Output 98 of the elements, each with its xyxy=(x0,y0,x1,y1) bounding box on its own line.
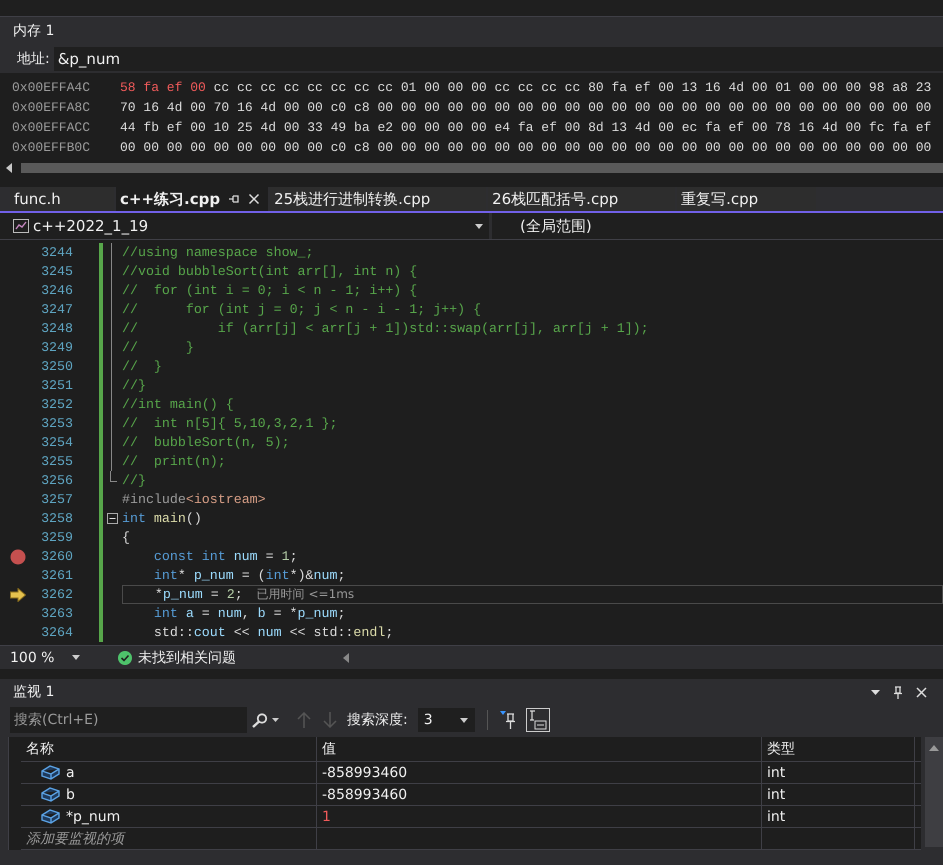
line-number: 3252 xyxy=(40,397,73,412)
code-line: int* p_num = (int*)&num; xyxy=(152,568,346,583)
memory-address: 0x00EFFA8C xyxy=(11,100,92,114)
search-field[interactable]: 搜索(Ctrl+E) xyxy=(10,707,247,733)
memory-bytes: 44 fb ef 00 10 25 4d 00 33 49 ba e2 00 00 00 00 e4 fa ef 00 8d 13 4d 00 ec fa ef 00 78 16 4d 00 fc fa ef xyxy=(120,120,932,134)
line-number: 3264 xyxy=(40,625,73,640)
table-cell: int xyxy=(762,762,915,783)
column-header[interactable]: 类型 xyxy=(762,737,915,761)
project-dropdown[interactable]: c++2022_1_19 xyxy=(0,213,492,239)
text-view-icon[interactable] xyxy=(526,708,550,732)
line-number: 3260 xyxy=(40,549,73,564)
line-number: 3253 xyxy=(40,416,73,431)
search-icon[interactable] xyxy=(251,712,268,728)
line-number: 3245 xyxy=(40,264,73,279)
code-line: //void bubbleSort(int arr[], int n) { xyxy=(122,264,418,279)
line-number: 3256 xyxy=(40,473,73,488)
code-line: #include<iostream> xyxy=(122,492,266,507)
line-number: 3261 xyxy=(40,568,73,583)
line-number: 3254 xyxy=(40,435,73,450)
code-line: std::cout << num << std::endl; xyxy=(152,625,394,640)
cube-icon xyxy=(41,765,60,780)
breakpoint-icon[interactable] xyxy=(10,548,26,564)
scroll-up-icon[interactable] xyxy=(929,745,940,751)
code-line: int a = num, b = *p_num; xyxy=(152,606,346,621)
caret-icon xyxy=(460,718,468,722)
file-tab[interactable]: c++练习.cpp xyxy=(116,187,268,211)
table-cell: *p_num xyxy=(21,806,317,827)
code-line: // bubbleSort(n, 5); xyxy=(122,435,290,450)
code-line: // int n[5]{ 5,10,3,2,1 }; xyxy=(122,416,338,431)
memory-address: 0x00EFFA4C xyxy=(11,80,92,94)
search-depth-label: 搜索深度: xyxy=(347,711,408,729)
table-cell: a xyxy=(21,762,317,783)
memory-address: 0x00EFFB0C xyxy=(11,140,92,154)
scope-dropdown[interactable]: (全局范围) xyxy=(492,213,943,239)
collapse-icon[interactable] xyxy=(107,513,118,524)
cube-icon xyxy=(41,787,60,802)
memory-bytes: 00 00 00 00 00 00 00 00 00 c0 c8 00 00 00 00 00 00 00 00 00 00 00 00 00 00 00 00 00 00 00 00 00 00 00 00 xyxy=(120,140,932,154)
close-icon[interactable] xyxy=(916,686,927,698)
line-number: 3251 xyxy=(40,378,73,393)
line-number: 3247 xyxy=(40,302,73,317)
check-icon xyxy=(118,650,132,664)
memory-bytes: 70 16 4d 00 70 16 4d 00 00 c0 c8 00 00 00 00 00 00 00 00 00 00 00 00 00 00 00 00 00 00 00 00 00 00 00 00 xyxy=(120,100,932,114)
panel-title: 监视 1 xyxy=(13,683,54,701)
memory-address: 0x00EFFACC xyxy=(11,120,92,134)
elapsed-time-hint: 已用时间 <=1ms xyxy=(256,586,354,603)
code-line: // } xyxy=(122,359,162,374)
cube-icon xyxy=(41,809,60,824)
code-line: // print(n); xyxy=(122,454,226,469)
scroll-left-icon[interactable] xyxy=(5,163,13,173)
table-cell: int xyxy=(762,806,915,827)
caret-icon xyxy=(72,655,80,660)
filter-pin-icon[interactable] xyxy=(500,711,516,729)
panel-title: 内存 1 xyxy=(13,22,54,40)
code-line: int main() xyxy=(122,511,202,526)
code-line: //} xyxy=(122,378,146,393)
line-number: 3257 xyxy=(40,492,73,507)
address-field[interactable]: &p_num xyxy=(54,47,943,71)
table-cell: -858993460 xyxy=(317,784,762,805)
line-number: 3244 xyxy=(40,245,73,260)
address-label: 地址: xyxy=(17,50,50,68)
line-number: 3246 xyxy=(40,283,73,298)
close-icon[interactable] xyxy=(248,193,260,205)
code-line: // } xyxy=(122,340,194,355)
memory-bytes: 58 fa ef 00 cc cc cc cc cc cc cc cc 01 00 00 00 cc cc cc cc 80 fa ef 00 13 16 4d 00 01 00 00 00 98 a8 23 xyxy=(120,80,932,94)
line-number: 3258 xyxy=(40,511,73,526)
add-watch-placeholder[interactable]: 添加要监视的项 xyxy=(26,830,124,848)
line-number: 3248 xyxy=(40,321,73,336)
code-line: //int main() { xyxy=(122,397,234,412)
code-line: // for (int i = 0; i < n - 1; i++) { xyxy=(122,283,418,298)
dropdown-icon[interactable] xyxy=(871,690,880,694)
caret-icon[interactable] xyxy=(272,718,279,722)
project-icon xyxy=(13,219,29,233)
issues-status[interactable]: 未找到相关问题 xyxy=(138,648,338,666)
code-line: // if (arr[j] < arr[j + 1])std::swap(arr[j], arr[j + 1]); xyxy=(122,321,649,336)
line-number: 3249 xyxy=(40,340,73,355)
column-header[interactable]: 值 xyxy=(317,737,762,761)
caret-icon xyxy=(475,224,483,228)
vertical-scrollbar[interactable] xyxy=(925,737,943,847)
line-number: 3262 xyxy=(40,587,73,602)
code-line: //using namespace show_; xyxy=(122,245,314,260)
pin-icon[interactable] xyxy=(228,193,240,205)
code-line: *p_num = 2; xyxy=(154,587,243,602)
line-number: 3259 xyxy=(40,530,73,545)
column-header[interactable]: 名称 xyxy=(21,737,317,761)
table-cell: b xyxy=(21,784,317,805)
code-line: //} xyxy=(122,473,146,488)
code-line: // for (int j = 0; j < n - i - 1; j++) { xyxy=(122,302,482,317)
line-number: 3250 xyxy=(40,359,73,374)
table-cell: -858993460 xyxy=(317,762,762,783)
line-number: 3263 xyxy=(40,606,73,621)
table-cell: int xyxy=(762,784,915,805)
line-number: 3255 xyxy=(40,454,73,469)
code-line: const int num = 1; xyxy=(152,549,298,564)
search-depth-dropdown[interactable]: 3 xyxy=(418,708,475,732)
table-cell: 1 xyxy=(317,806,762,827)
zoom-dropdown[interactable]: 100 % xyxy=(0,650,86,666)
code-line: { xyxy=(122,530,130,545)
pin-icon[interactable] xyxy=(893,686,903,698)
